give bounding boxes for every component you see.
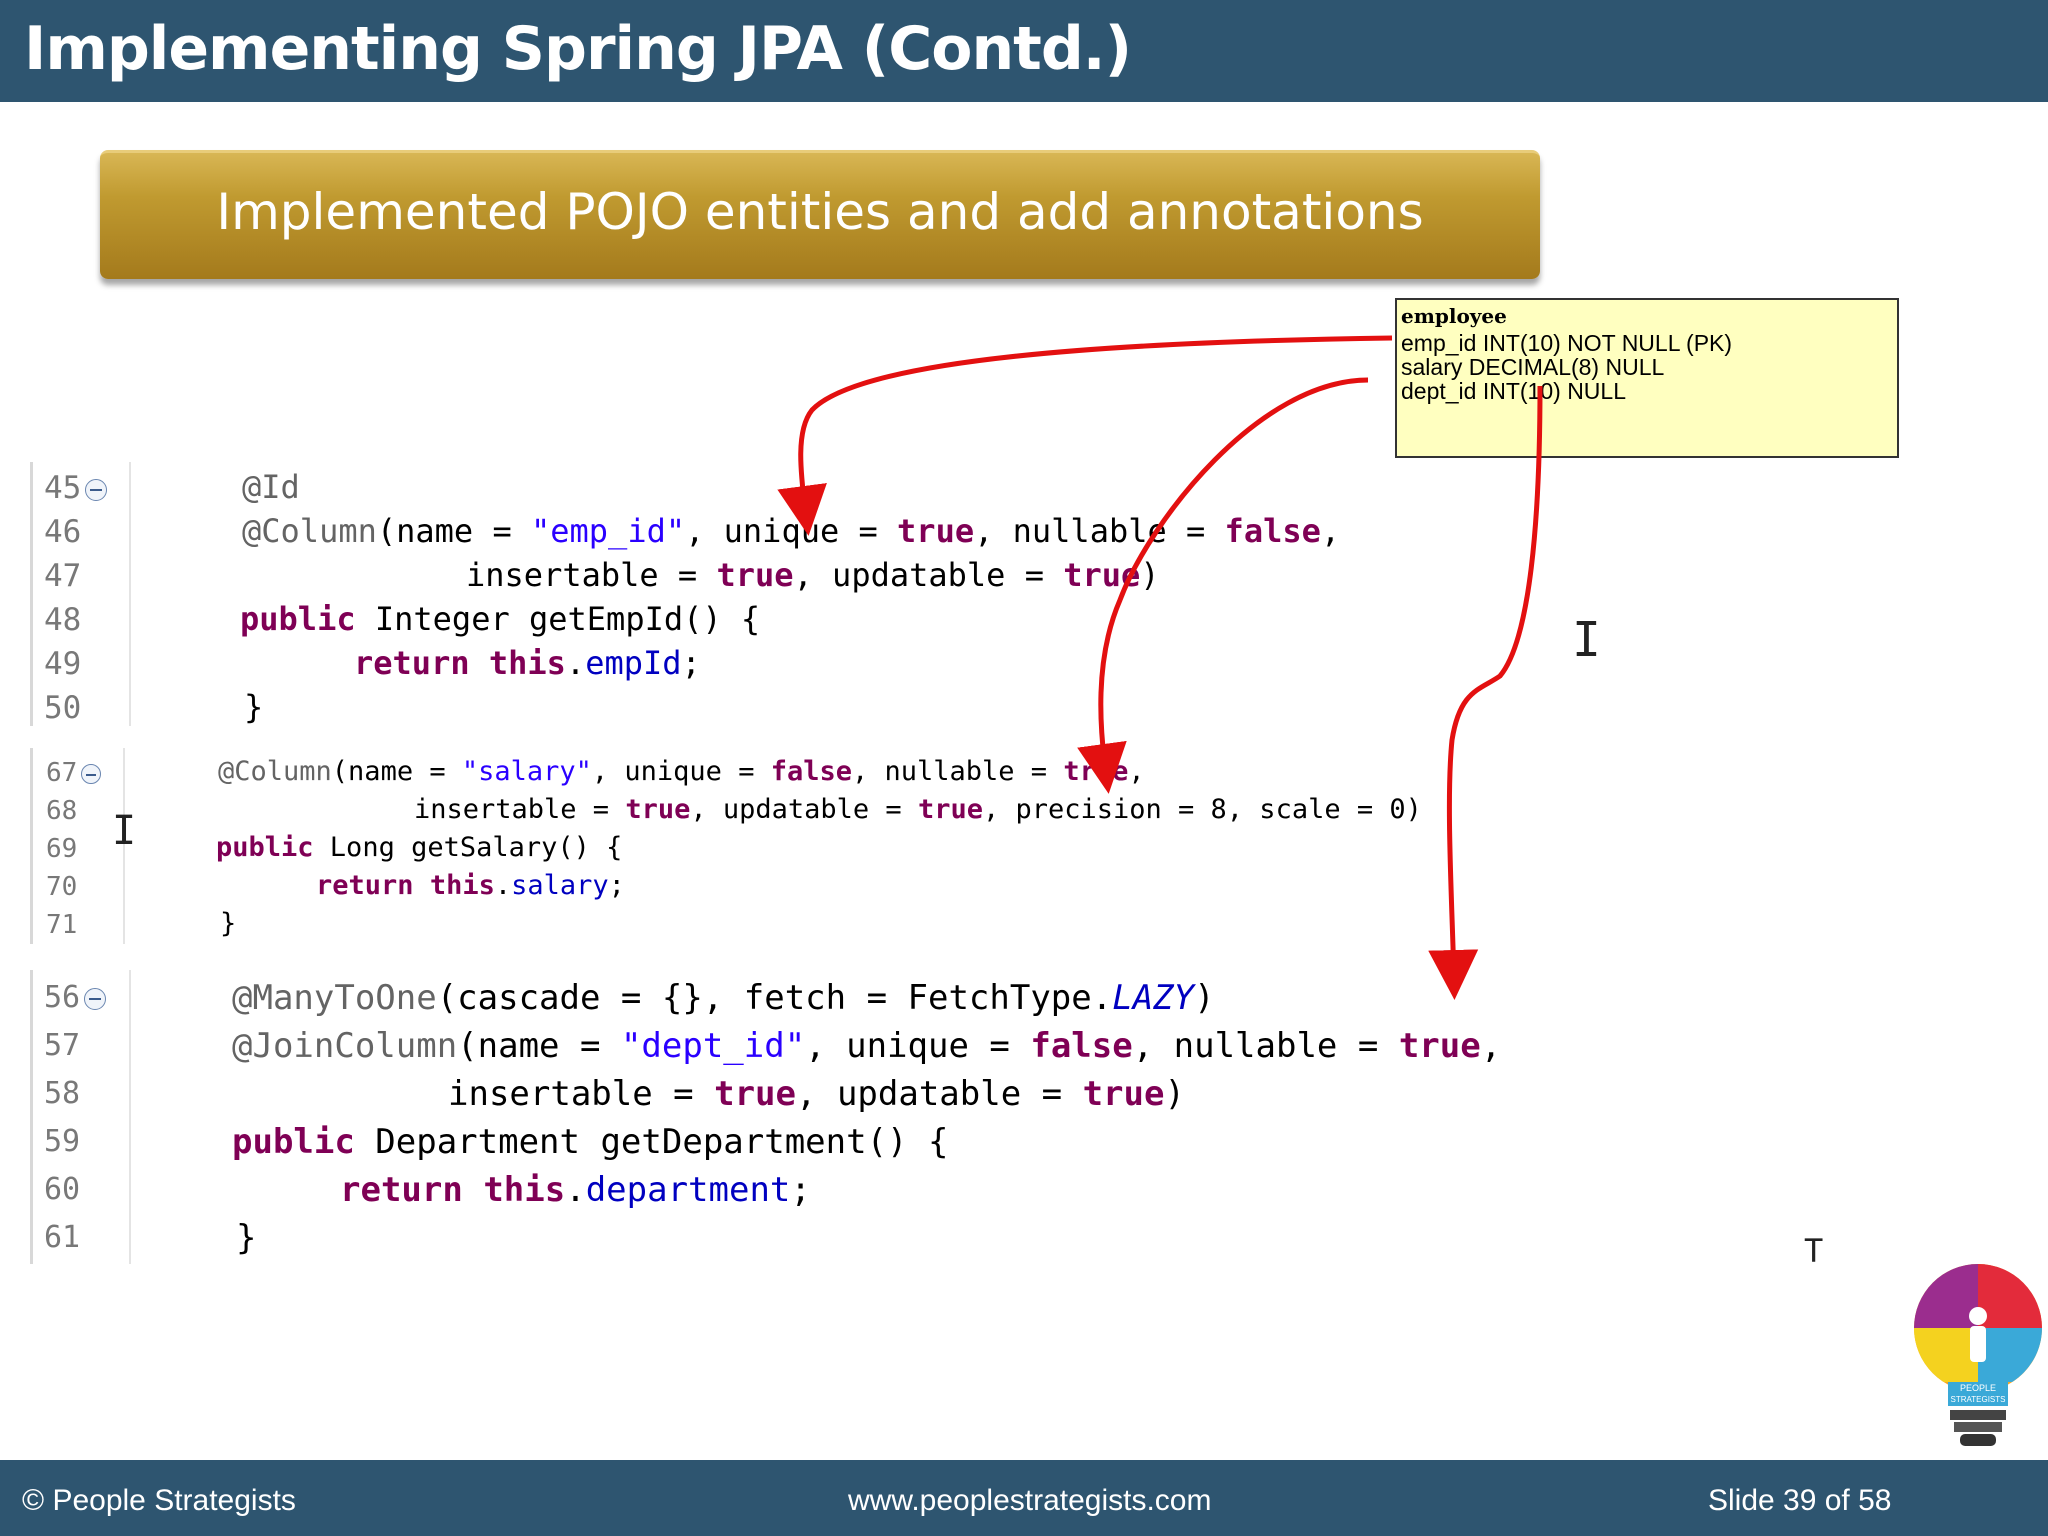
logo-text-1: PEOPLE: [1960, 1383, 1996, 1393]
arrow-salary: [1077, 377, 1369, 794]
footer-copyright: © People Strategists: [22, 1484, 296, 1517]
bulb-puzzle-logo: PEOPLE STRATEGISTS: [1908, 1262, 2048, 1458]
arrow-emp-id: [777, 335, 1393, 536]
footer-bar: © People Strategists www.peoplestrategis…: [0, 1460, 2048, 1536]
arrow-dept-id: [1428, 385, 1543, 1000]
logo-text-2: STRATEGISTS: [1951, 1395, 2006, 1404]
footer-website[interactable]: www.peoplestrategists.com: [848, 1484, 1212, 1518]
mapping-arrows: [777, 335, 1543, 1000]
slide-counter: Slide 39 of 58: [1708, 1484, 1892, 1517]
